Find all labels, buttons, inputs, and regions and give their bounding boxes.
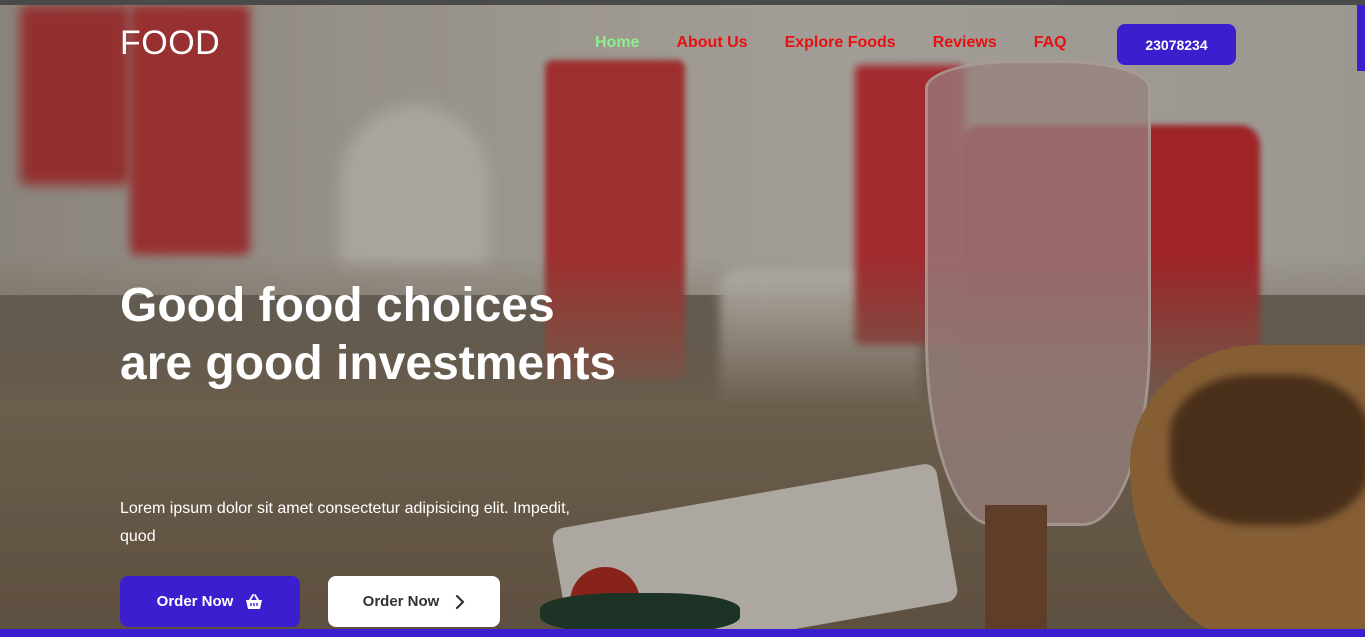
accent-edge bbox=[1357, 5, 1365, 71]
order-now-button[interactable]: Order Now bbox=[120, 576, 300, 627]
bottom-accent-bar bbox=[0, 629, 1365, 637]
nav-reviews[interactable]: Reviews bbox=[933, 34, 997, 52]
chevron-right-icon bbox=[455, 594, 465, 609]
top-strip bbox=[0, 0, 1365, 5]
nav-faq[interactable]: FAQ bbox=[1034, 34, 1067, 52]
hero-headline: Good food choices are good investments bbox=[120, 279, 617, 390]
order-now-secondary-button[interactable]: Order Now bbox=[328, 576, 500, 627]
main-nav: Home About Us Explore Foods Reviews FAQ bbox=[595, 34, 1104, 52]
nav-about-us[interactable]: About Us bbox=[676, 34, 747, 52]
hero-description: Lorem ipsum dolor sit amet consectetur a… bbox=[120, 500, 570, 545]
nav-explore-foods[interactable]: Explore Foods bbox=[785, 34, 896, 52]
nav-home[interactable]: Home bbox=[595, 34, 639, 52]
logo[interactable]: FOOD bbox=[120, 24, 220, 63]
id-button[interactable]: 23078234 bbox=[1117, 24, 1236, 65]
basket-icon bbox=[245, 593, 263, 610]
order-now-secondary-label: Order Now bbox=[362, 593, 440, 610]
order-now-label: Order Now bbox=[156, 593, 234, 610]
